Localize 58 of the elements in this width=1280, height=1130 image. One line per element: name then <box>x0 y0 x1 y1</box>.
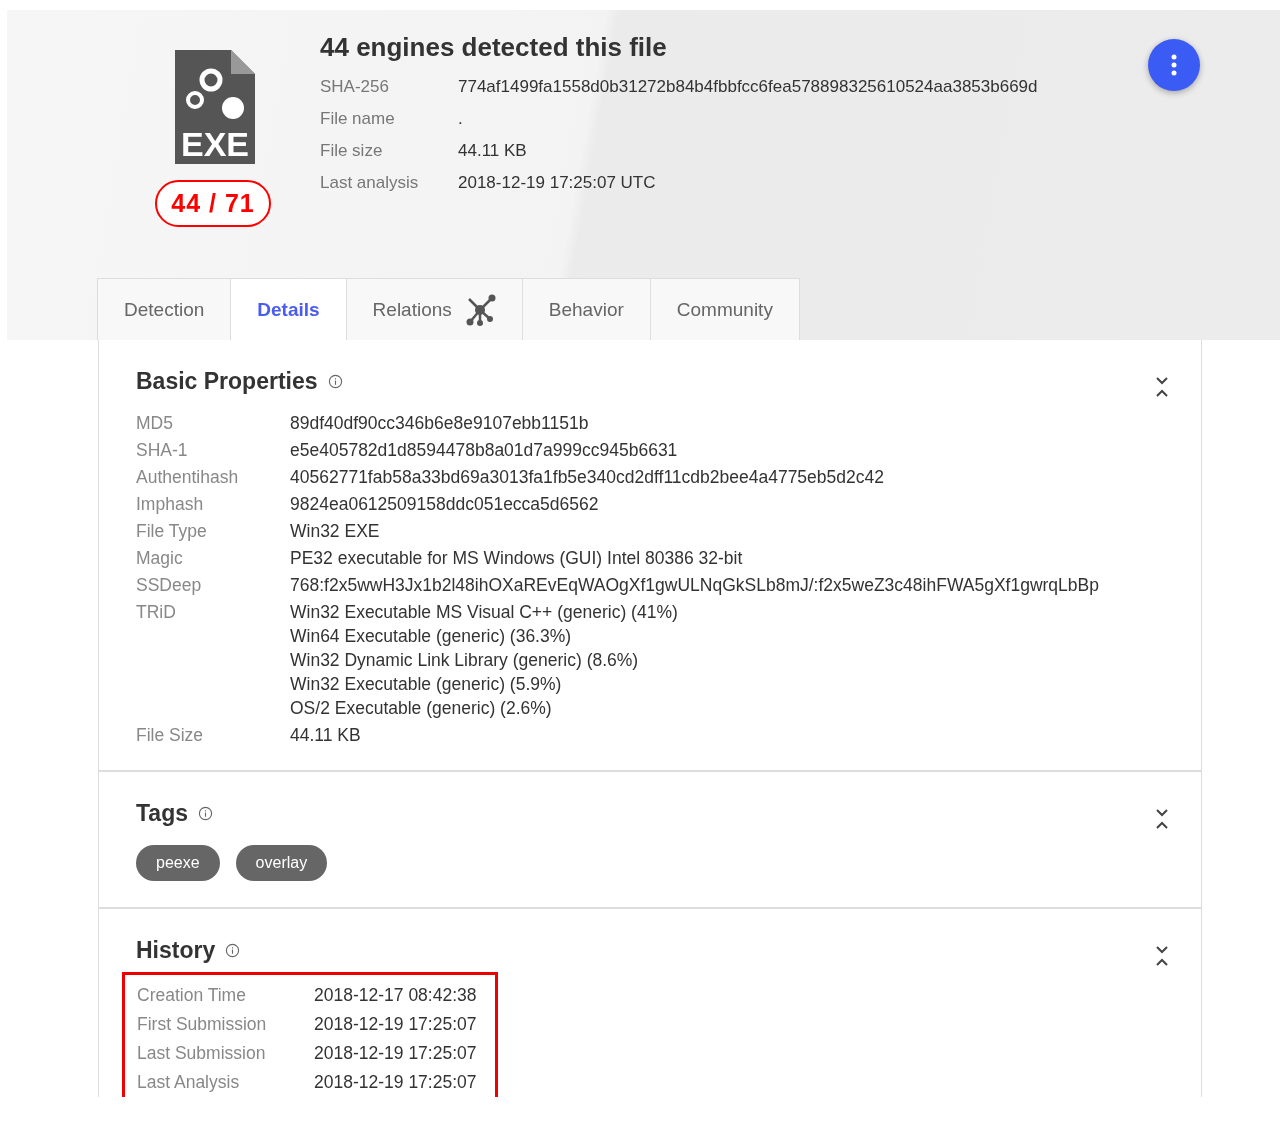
detection-score: 44 / 71 <box>155 180 271 227</box>
property-value: Win32 Executable (generic) (5.9%) <box>290 674 563 695</box>
field-label: File name <box>320 109 396 130</box>
property-label: MD5 <box>136 413 174 434</box>
section-title: Tags <box>136 800 188 827</box>
tab[interactable]: Detection <box>97 278 232 340</box>
field-value: 2018-12-19 17:25:07 UTC <box>458 173 656 194</box>
property-value: 768:f2x5wwH3Jx1b2l48ihOXaREvEqWAOgXf1gwULNqGkSLb8mJ/:f2x5weZ3c48ihFWA5gXf1gwrqLbBp <box>290 575 1100 596</box>
property-value: Win32 EXE <box>290 521 381 542</box>
property-value: 40562771fab58a33bd69a3013fa1fb5e340cd2dff11cdb2bee4a4775eb5d2c42 <box>290 467 885 488</box>
more-options-icon <box>1171 54 1177 76</box>
property-label: SSDeep <box>136 575 203 596</box>
history-label: First Submission <box>137 1014 268 1035</box>
property-label: SHA-1 <box>136 440 189 461</box>
field-value: . <box>458 109 463 130</box>
property-value: e5e405782d1d8594478b8a01d7a999cc945b6631 <box>290 440 679 461</box>
property-label: Magic <box>136 548 184 569</box>
history-value: 2018-12-19 17:25:07 <box>314 1014 477 1035</box>
tag-chip[interactable]: peexe <box>136 845 220 881</box>
info-icon <box>198 806 213 821</box>
field-value: 774af1499fa1558d0b31272b84b4fbbfcc6fea578898325610524aa3853b669d <box>458 77 1038 98</box>
tab[interactable]: Details <box>230 278 347 340</box>
property-value: 89df40df90cc346b6e8e9107ebb1151b <box>290 413 590 434</box>
field-label: Last analysis <box>320 173 420 194</box>
tab[interactable]: Behavior <box>521 278 651 340</box>
history-value: 2018-12-19 17:25:07 <box>314 1043 477 1064</box>
property-label: File Size <box>136 725 205 746</box>
property-value: Win32 Dynamic Link Library (generic) (8.6%) <box>290 650 640 671</box>
history-label: Last Analysis <box>137 1072 241 1093</box>
property-label: TRiD <box>136 602 177 624</box>
info-icon <box>225 943 241 958</box>
collapse-icon[interactable] <box>1155 808 1169 830</box>
history-label: Last Submission <box>137 1043 267 1064</box>
info-icon <box>327 374 343 389</box>
section-title: Basic Properties <box>136 368 318 395</box>
history-value: 2018-12-19 17:25:07 <box>314 1072 477 1093</box>
tab[interactable]: Community <box>649 278 800 340</box>
history-value: 2018-12-17 08:42:38 <box>314 985 477 1006</box>
property-label: File Type <box>136 521 208 542</box>
property-value: Win32 Executable MS Visual C++ (generic) (41%) <box>290 602 679 623</box>
property-label: Authentihash <box>136 467 240 488</box>
property-value: Win64 Executable (generic) (36.3%) <box>290 626 573 647</box>
property-label: Imphash <box>136 494 205 515</box>
collapse-icon[interactable] <box>1155 945 1169 967</box>
tab[interactable]: Relations <box>345 278 523 340</box>
page-title: 44 engines detected this file <box>320 32 668 63</box>
tag-chip[interactable]: overlay <box>235 845 328 881</box>
property-value: 9824ea0612509158ddc051ecca5d6562 <box>290 494 600 515</box>
field-label: File size <box>320 141 384 162</box>
field-value: 44.11 KB <box>458 141 527 162</box>
section-title: History <box>136 937 216 964</box>
collapse-icon[interactable] <box>1155 376 1169 398</box>
property-value: PE32 executable for MS Windows (GUI) Intel 80386 32-bit <box>290 548 744 569</box>
property-value: 44.11 KB <box>290 725 362 746</box>
history-label: Creation Time <box>137 985 247 1006</box>
more-options-button[interactable] <box>1148 39 1200 91</box>
property-value: OS/2 Executable (generic) (2.6%) <box>290 698 553 719</box>
field-label: SHA-256 <box>320 77 390 98</box>
